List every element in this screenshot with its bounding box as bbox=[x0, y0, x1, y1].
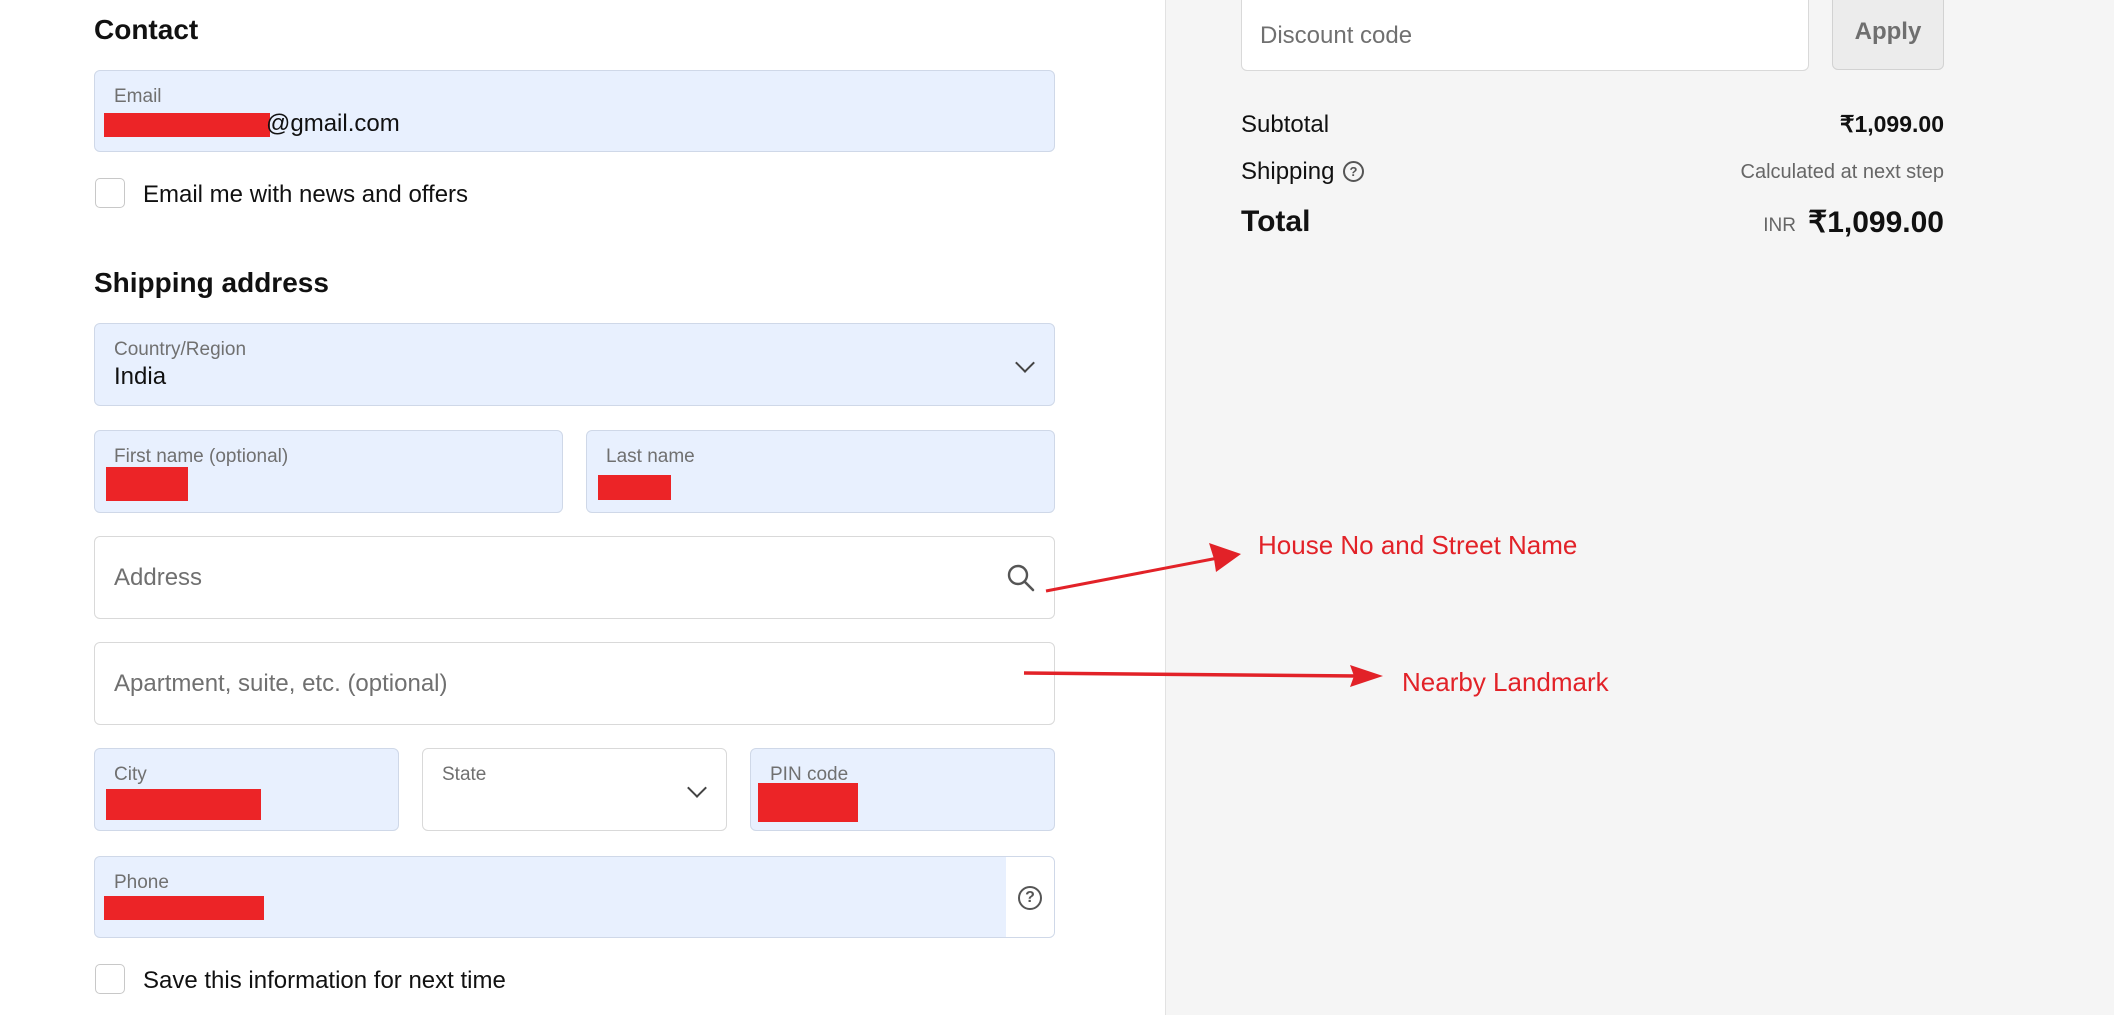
apartment-annotation: Nearby Landmark bbox=[1402, 667, 1609, 697]
address-arrow-head bbox=[1209, 543, 1241, 572]
apartment-arrow-line bbox=[1023, 671, 1359, 678]
apartment-arrow-head bbox=[1350, 665, 1383, 687]
annotation-arrows bbox=[1023, 543, 1383, 687]
address-arrow-line bbox=[1045, 556, 1219, 593]
address-annotation: House No and Street Name bbox=[1258, 530, 1578, 560]
